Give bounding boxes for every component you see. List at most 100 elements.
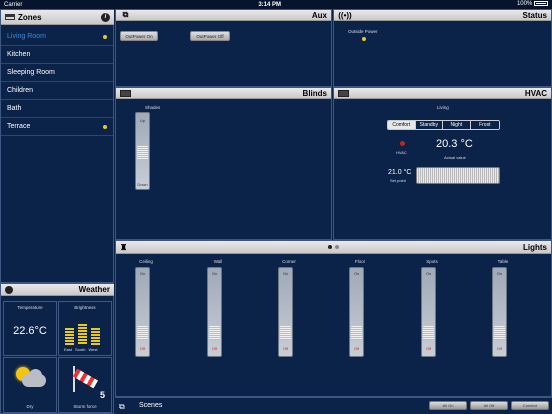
- hvac-mode-selector[interactable]: Comfort Standby Night Frost: [387, 120, 500, 130]
- outside-power-indicator: [362, 37, 366, 41]
- battery-label: 100%: [516, 1, 533, 8]
- light-channel: Table On Off: [491, 259, 515, 377]
- page-indicator[interactable]: [328, 245, 339, 249]
- light-dimmer-slider[interactable]: On Off: [278, 267, 293, 357]
- light-channel: Spots On Off: [420, 259, 444, 377]
- zone-item-bath[interactable]: Bath: [1, 100, 113, 118]
- status-title: Status: [522, 10, 547, 20]
- light-channel-label: Floor: [354, 259, 366, 264]
- light-dimmer-slider[interactable]: On Off: [135, 267, 150, 357]
- zone-indicator: [103, 34, 107, 39]
- bed-icon: [5, 14, 15, 20]
- light-channel: Wall On Off: [206, 259, 230, 377]
- zones-header: Zones i: [1, 10, 114, 25]
- condition-tile: Dry: [3, 357, 57, 413]
- light-slider-thumb[interactable]: [494, 326, 505, 340]
- light-slider-thumb[interactable]: [423, 326, 434, 340]
- scenes-icon: ⧉: [119, 402, 125, 411]
- light-channel-label: Table: [497, 259, 509, 264]
- outpower-on-button[interactable]: OutPower On: [120, 31, 158, 41]
- comfort-scene-button[interactable]: Comfort: [511, 401, 549, 410]
- broadcast-icon: ((•)): [338, 10, 352, 20]
- brightness-col-south: South: [75, 347, 86, 352]
- status-panel: ((•)) Status Outside Power: [333, 9, 552, 87]
- zone-item-kitchen[interactable]: Kitchen: [1, 46, 113, 64]
- windsock-icon: [72, 366, 99, 392]
- hvac-panel: HVAC Living Comfort Standby Night Frost …: [333, 87, 552, 240]
- light-off-label: Off: [282, 346, 289, 351]
- zone-item-terrace[interactable]: Terrace: [1, 118, 113, 136]
- brightness-bars: [65, 324, 100, 345]
- zones-sidebar: Zones i Living Room Kitchen Sleeping Roo…: [0, 9, 114, 283]
- shades-slider[interactable]: Up Down: [135, 112, 150, 190]
- zone-indicator: [103, 124, 107, 129]
- brightness-col-west: West: [88, 347, 98, 352]
- light-off-label: Off: [496, 346, 503, 351]
- actual-value-label: Actual value: [444, 155, 466, 160]
- light-slider-thumb[interactable]: [351, 326, 362, 340]
- outpower-off-button[interactable]: OutPower Off: [190, 31, 230, 41]
- carrier-label: Carrier: [4, 1, 23, 8]
- battery-icon: [534, 1, 548, 7]
- switch-icon: ⧉: [122, 10, 129, 19]
- zone-label: Kitchen: [7, 51, 31, 58]
- light-dimmer-slider[interactable]: On Off: [492, 267, 507, 357]
- brightness-col-labels: East South West: [64, 347, 98, 352]
- light-dimmer-slider[interactable]: On Off: [349, 267, 364, 357]
- mode-night[interactable]: Night: [443, 121, 471, 129]
- light-channel-label: Spots: [426, 259, 438, 264]
- page-dot-active: [328, 245, 332, 249]
- lights-title: Lights: [523, 242, 547, 252]
- page-dot: [335, 245, 339, 249]
- light-channel: Corner On Off: [277, 259, 301, 377]
- light-on-label: On: [139, 271, 146, 276]
- light-dimmer-slider[interactable]: On Off: [207, 267, 222, 357]
- brightness-tile: Brightness East South West: [58, 301, 112, 356]
- zone-item-children[interactable]: Children: [1, 82, 113, 100]
- shades-down-label: Down: [137, 182, 148, 187]
- light-off-label: Off: [211, 346, 218, 351]
- zone-item-sleeping-room[interactable]: Sleeping Room: [1, 64, 113, 82]
- hvac-status-indicator: [400, 141, 405, 146]
- aux-panel: ⧉ Aux OutPower On OutPower Off: [115, 9, 332, 87]
- aux-title: Aux: [311, 10, 327, 20]
- light-slider-thumb[interactable]: [209, 326, 220, 340]
- mode-frost[interactable]: Frost: [470, 121, 499, 129]
- wind-value: 5: [100, 390, 106, 400]
- light-on-label: On: [353, 271, 360, 276]
- brightness-col-east: East: [64, 347, 73, 352]
- shades-slider-thumb[interactable]: [137, 146, 148, 160]
- light-channel-label: Wall: [213, 259, 223, 264]
- hvac-title: HVAC: [524, 88, 547, 98]
- info-icon[interactable]: i: [101, 12, 110, 22]
- light-off-label: Off: [425, 346, 432, 351]
- blinds-panel: Blinds Shades Up Down: [115, 87, 332, 240]
- zone-item-living-room[interactable]: Living Room: [1, 28, 113, 46]
- zones-title: Zones: [18, 12, 42, 22]
- zone-label: Terrace: [7, 123, 31, 130]
- light-dimmer-slider[interactable]: On Off: [421, 267, 436, 357]
- all-off-button[interactable]: All Off: [470, 401, 508, 410]
- set-point-slider[interactable]: [416, 167, 500, 184]
- mode-standby[interactable]: Standby: [415, 121, 444, 129]
- sun-cloud-icon: [16, 367, 48, 391]
- light-channel-label: Corner: [282, 259, 296, 264]
- light-on-label: On: [211, 271, 218, 276]
- thermostat-icon: [338, 89, 349, 97]
- battery-status: 100%: [516, 1, 548, 8]
- light-slider-thumb[interactable]: [137, 326, 148, 340]
- zone-label: Living Room: [7, 33, 46, 40]
- zone-list: Living Room Kitchen Sleeping Room Childr…: [1, 28, 113, 136]
- blinds-icon: [120, 89, 131, 97]
- set-point-value: 21.0 °C: [388, 169, 412, 176]
- light-off-label: Off: [139, 346, 146, 351]
- light-channel: Ceiling On Off: [134, 259, 158, 377]
- mode-comfort[interactable]: Comfort: [388, 121, 416, 129]
- all-on-button[interactable]: All On: [429, 401, 467, 410]
- light-slider-thumb[interactable]: [280, 326, 291, 340]
- hvac-room-label: Living: [437, 105, 449, 110]
- set-point-label: Set point: [390, 178, 406, 183]
- shades-label: Shades: [145, 105, 161, 110]
- light-channel: Floor On Off: [348, 259, 372, 377]
- zone-label: Bath: [7, 105, 22, 112]
